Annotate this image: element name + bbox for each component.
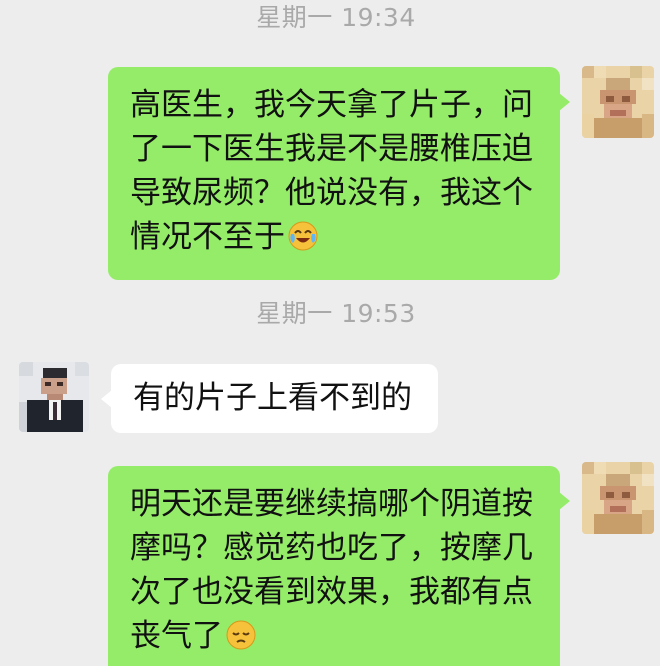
pensive-face-emoji-icon [225, 619, 257, 663]
outgoing-message-bubble[interactable]: 明天还是要继续搞哪个阴道按摩吗？感觉药也吃了，按摩几次了也没看到效果，我都有点丧… [108, 466, 570, 666]
bubble-tail [559, 93, 570, 111]
my-avatar[interactable] [582, 66, 654, 138]
timestamp: 星期一 19:53 [256, 299, 416, 328]
bubble-tail [559, 492, 570, 510]
timestamp: 星期一 19:34 [256, 3, 416, 32]
contact-avatar[interactable] [19, 362, 89, 432]
chat-window: 星期一 19:34 高医生，我今天拿了片子，问了一下医生我是不是腰椎压迫导致尿频… [0, 0, 660, 666]
crying-laughing-emoji-icon [287, 220, 319, 264]
bubble-tail [101, 390, 112, 408]
outgoing-message-bubble[interactable]: 高医生，我今天拿了片子，问了一下医生我是不是腰椎压迫导致尿频？他说没有，我这个情… [108, 67, 570, 280]
incoming-message-bubble[interactable]: 有的片子上看不到的 [101, 364, 438, 433]
message-text: 有的片子上看不到的 [133, 380, 412, 416]
my-avatar[interactable] [582, 462, 654, 534]
message-text: 高医生，我今天拿了片子，问了一下医生我是不是腰椎压迫导致尿频？他说没有，我这个情… [130, 87, 533, 255]
message-text: 明天还是要继续搞哪个阴道按摩吗？感觉药也吃了，按摩几次了也没看到效果，我都有点丧… [130, 486, 533, 654]
